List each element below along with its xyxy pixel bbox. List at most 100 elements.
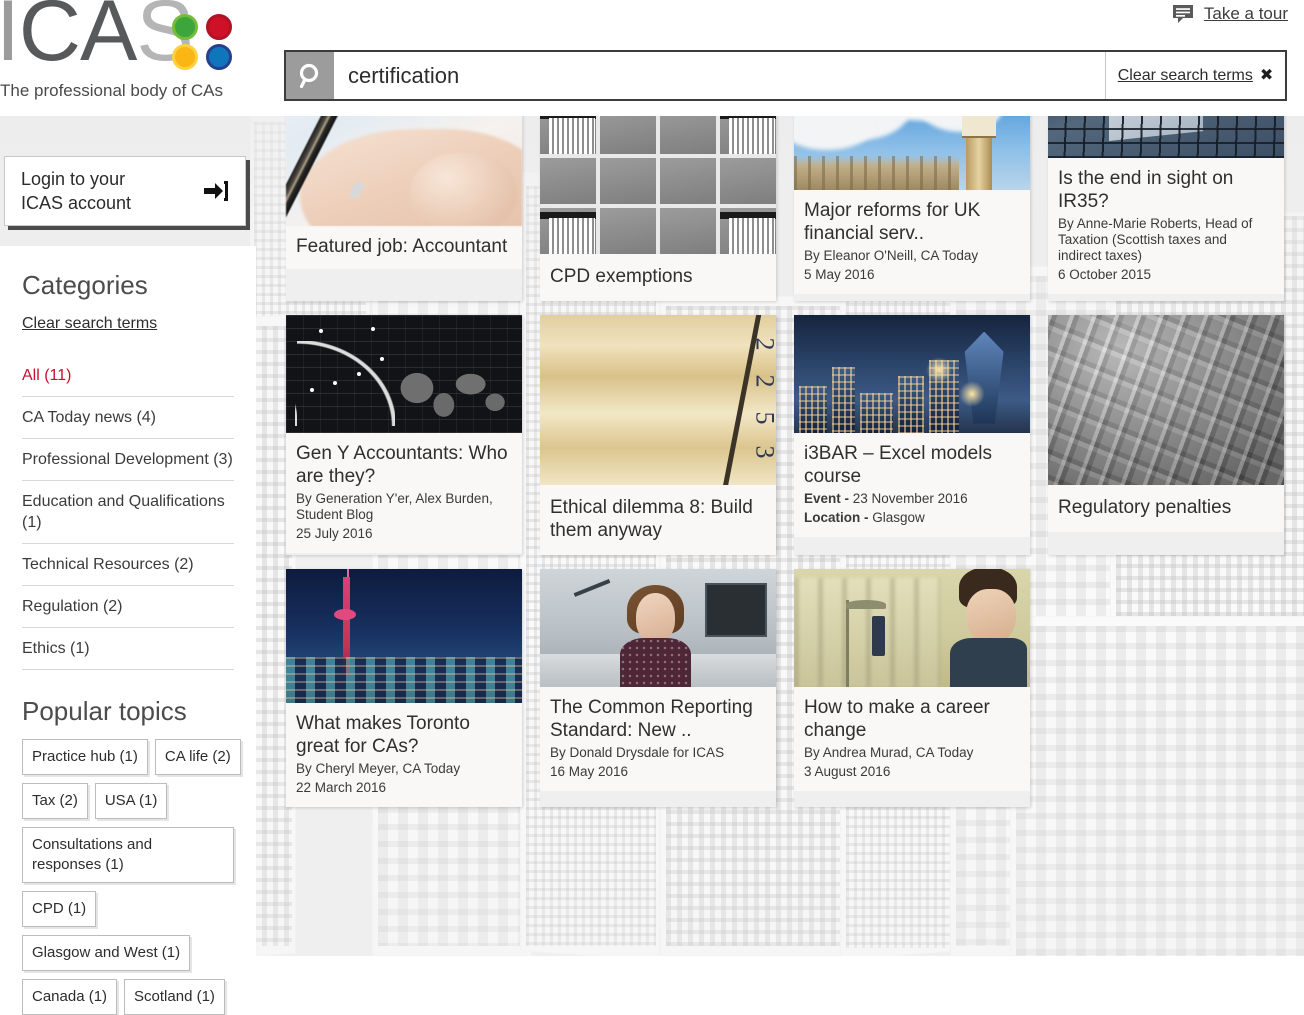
filters-panel: Categories Clear search terms All (11) CA… bbox=[0, 246, 256, 1015]
topic-tag[interactable]: Practice hub (1) bbox=[22, 739, 148, 775]
category-item[interactable]: Education and Qualifications (1) bbox=[22, 481, 234, 544]
card-thumbnail-night-city-skyline-icon bbox=[794, 315, 1030, 433]
card-date: 6 October 2015 bbox=[1058, 267, 1152, 282]
result-card[interactable]: The Common Reporting Standard: New .. By… bbox=[540, 569, 776, 807]
card-caption: What makes Toronto great for CAs? By Che… bbox=[286, 703, 522, 807]
card-byline: By Donald Drysdale for ICAS bbox=[550, 745, 725, 760]
result-card[interactable]: i3BAR – Excel models course Event - 23 N… bbox=[794, 315, 1030, 555]
card-title: What makes Toronto great for CAs? bbox=[296, 713, 470, 757]
login-button[interactable]: Login to your ICAS account bbox=[4, 156, 246, 226]
logo-tagline: The professional body of CAs bbox=[0, 81, 224, 100]
card-caption: i3BAR – Excel models course Event - 23 N… bbox=[794, 433, 1030, 537]
card-location: Location - Glasgow bbox=[804, 510, 1020, 526]
card-caption: Is the end in sight on IR35? By Anne-Mar… bbox=[1048, 158, 1284, 294]
card-caption: Ethical dilemma 8: Build them anyway bbox=[540, 485, 776, 555]
card-title: Gen Y Accountants: Who are they? bbox=[296, 443, 508, 487]
logo-dot-yellow-icon bbox=[172, 44, 198, 70]
category-item[interactable]: Technical Resources (2) bbox=[22, 544, 234, 586]
sidebar: Login to your ICAS account Categories Cl… bbox=[0, 116, 258, 1015]
card-thumbnail-aerial-city-bw-icon bbox=[1048, 315, 1284, 485]
card-byline: By Eleanor O'Neill, CA Today bbox=[804, 248, 979, 263]
logo-wordmark: ICAS bbox=[0, 0, 194, 79]
card-caption: The Common Reporting Standard: New .. By… bbox=[540, 687, 776, 791]
icas-logo[interactable]: ICAS The professional body of CAs bbox=[0, 0, 258, 110]
page-header: ICAS The professional body of CAs Take a… bbox=[0, 0, 1304, 116]
card-location-label: Location - bbox=[804, 510, 869, 525]
card-event-value: 23 November 2016 bbox=[852, 491, 968, 506]
take-a-tour-label: Take a tour bbox=[1203, 4, 1288, 23]
card-thumbnail-notebook-paper-closeup-icon: 2 2 5 3 bbox=[540, 315, 776, 485]
card-title: CPD exemptions bbox=[550, 266, 693, 287]
category-item[interactable]: Ethics (1) bbox=[22, 628, 234, 670]
card-thumbnail-cn-tower-at-night-icon bbox=[286, 569, 522, 703]
card-event-label: Event - bbox=[804, 491, 850, 506]
topic-tag[interactable]: Tax (2) bbox=[22, 783, 88, 819]
card-date: 5 May 2016 bbox=[804, 267, 875, 282]
search-results-grid: Featured job: Accountant CPD exemptions bbox=[286, 58, 1290, 807]
card-thumbnail-woman-in-office-icon bbox=[540, 569, 776, 687]
clear-search-terms-button[interactable]: Clear search terms ✖ bbox=[1105, 52, 1285, 99]
card-date: 22 March 2016 bbox=[296, 780, 387, 795]
category-item[interactable]: Professional Development (3) bbox=[22, 439, 234, 481]
search-submit-button[interactable] bbox=[286, 52, 334, 99]
categories-heading: Categories bbox=[22, 270, 148, 300]
topic-tag[interactable]: CPD (1) bbox=[22, 891, 97, 927]
category-list: All (11) CA Today news (4) Professional De… bbox=[22, 355, 234, 670]
search-bar: Clear search terms ✖ bbox=[284, 50, 1287, 101]
card-title: The Common Reporting Standard: New .. bbox=[550, 697, 753, 741]
topic-tag[interactable]: CA life (2) bbox=[154, 739, 241, 775]
card-title: Ethical dilemma 8: Build them anyway bbox=[550, 497, 753, 541]
take-a-tour-button[interactable]: Take a tour bbox=[1172, 0, 1288, 28]
logo-dot-red-icon bbox=[206, 14, 232, 40]
popular-topics-list: Practice hub (1) CA life (2) Tax (2) USA (1… bbox=[22, 739, 242, 1015]
category-item[interactable]: CA Today news (4) bbox=[22, 397, 234, 439]
login-arrow-icon bbox=[204, 181, 228, 201]
card-title: Regulatory penalties bbox=[1058, 497, 1232, 518]
sidebar-clear-search-terms-link[interactable]: Clear search terms bbox=[22, 315, 256, 333]
card-title: i3BAR – Excel models course bbox=[804, 443, 992, 487]
card-thumbnail-dark-data-visualisation-icon bbox=[286, 315, 522, 433]
card-event: Event - 23 November 2016 bbox=[804, 491, 1020, 507]
category-item[interactable]: Regulation (2) bbox=[22, 586, 234, 628]
card-byline: By Cheryl Meyer, CA Today bbox=[296, 761, 461, 776]
card-location-value: Glasgow bbox=[872, 510, 925, 525]
result-card[interactable]: Regulatory penalties bbox=[1048, 315, 1284, 555]
topic-tag[interactable]: Glasgow and West (1) bbox=[22, 935, 191, 971]
logo-dot-green-icon bbox=[172, 14, 198, 40]
card-byline: By Anne-Marie Roberts, Head of Taxation … bbox=[1058, 216, 1253, 263]
card-byline: By Andrea Murad, CA Today bbox=[804, 745, 974, 760]
login-line-1: Login to your bbox=[21, 169, 126, 189]
card-byline: By Generation Y'er, Alex Burden, Student… bbox=[296, 491, 493, 522]
search-input[interactable] bbox=[334, 52, 1105, 99]
card-title: How to make a career change bbox=[804, 697, 990, 741]
card-title: Major reforms for UK financial serv.. bbox=[804, 200, 981, 244]
card-caption: How to make a career change By Andrea Mu… bbox=[794, 687, 1030, 791]
card-date: 16 May 2016 bbox=[550, 764, 629, 779]
search-icon bbox=[299, 63, 319, 88]
card-caption: Major reforms for UK financial serv.. By… bbox=[794, 190, 1030, 294]
login-button-label: Login to your ICAS account bbox=[21, 167, 203, 215]
login-line-2: ICAS account bbox=[21, 193, 132, 213]
topic-tag[interactable]: Canada (1) bbox=[22, 979, 118, 1015]
logo-dots bbox=[172, 14, 234, 72]
result-card[interactable]: What makes Toronto great for CAs? By Che… bbox=[286, 569, 522, 807]
card-title: Is the end in sight on IR35? bbox=[1058, 168, 1234, 212]
card-date: 3 August 2016 bbox=[804, 764, 891, 779]
card-caption: Gen Y Accountants: Who are they? By Gene… bbox=[286, 433, 522, 553]
result-card[interactable]: How to make a career change By Andrea Mu… bbox=[794, 569, 1030, 807]
category-item[interactable]: All (11) bbox=[22, 355, 234, 397]
card-caption: CPD exemptions bbox=[540, 254, 776, 301]
popular-topics-heading: Popular topics bbox=[22, 696, 187, 726]
result-card[interactable]: Gen Y Accountants: Who are they? By Gene… bbox=[286, 315, 522, 555]
card-date: 25 July 2016 bbox=[296, 526, 373, 541]
speech-bubble-icon bbox=[1172, 5, 1193, 23]
topic-tag[interactable]: Scotland (1) bbox=[124, 979, 225, 1015]
clear-search-terms-label: Clear search terms bbox=[1117, 66, 1253, 84]
topic-tag[interactable]: USA (1) bbox=[94, 783, 168, 819]
logo-dot-blue-icon bbox=[206, 44, 232, 70]
card-caption: Regulatory penalties bbox=[1048, 485, 1284, 532]
close-x-icon: ✖ bbox=[1259, 66, 1274, 84]
result-card[interactable]: 2 2 5 3 Ethical dilemma 8: Build them an… bbox=[540, 315, 776, 555]
topic-tag[interactable]: Consultations and responses (1) bbox=[22, 827, 234, 883]
card-thumbnail-man-on-street-icon bbox=[794, 569, 1030, 687]
